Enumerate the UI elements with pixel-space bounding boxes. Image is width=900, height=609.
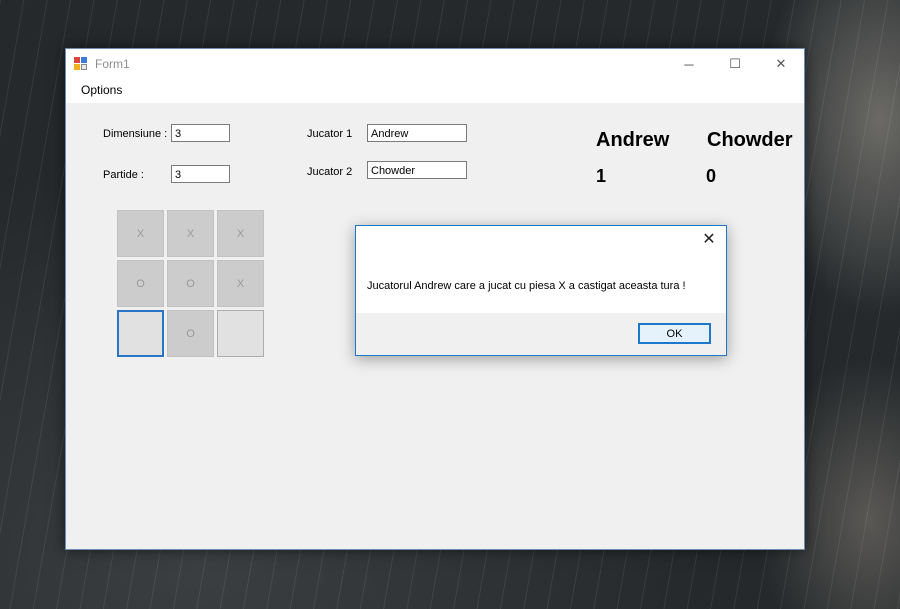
dialog-footer: OK	[356, 313, 726, 355]
player2-input[interactable]: Chowder	[367, 161, 467, 179]
board-cell[interactable]: X	[117, 210, 164, 257]
dimension-input[interactable]: 3	[171, 124, 230, 142]
message-dialog: ✕ Jucatorul Andrew care a jucat cu piesa…	[355, 225, 727, 356]
dimension-label: Dimensiune :	[103, 128, 168, 140]
player1-label: Jucator 1	[307, 128, 353, 140]
player1-input[interactable]: Andrew	[367, 124, 467, 142]
board-cell[interactable]: O	[167, 260, 214, 307]
rounds-input[interactable]: 3	[171, 165, 230, 183]
title-bar[interactable]: Form1 ─ ☐ ✕	[66, 49, 804, 79]
app-icon	[74, 57, 88, 71]
board-cell[interactable]: O	[167, 310, 214, 357]
player2-score-name: Chowder	[707, 129, 793, 151]
board-cell[interactable]: X	[217, 210, 264, 257]
rounds-label: Partide :	[103, 169, 144, 181]
player1-score-value: 1	[596, 166, 607, 186]
close-button[interactable]: ✕	[758, 49, 804, 79]
maximize-button[interactable]: ☐	[712, 49, 758, 79]
board-cell[interactable]: O	[117, 260, 164, 307]
minimize-button[interactable]: ─	[666, 49, 712, 79]
menu-options[interactable]: Options	[81, 83, 122, 97]
ok-button[interactable]: OK	[638, 323, 711, 344]
board-cell[interactable]: X	[167, 210, 214, 257]
dialog-close-button[interactable]: ✕	[700, 231, 718, 249]
player1-score-name: Andrew	[596, 129, 670, 151]
menu-bar: Options	[66, 79, 804, 103]
board-cell[interactable]	[217, 310, 264, 357]
dialog-message: Jucatorul Andrew care a jucat cu piesa X…	[367, 280, 686, 292]
board-cell[interactable]: X	[217, 260, 264, 307]
board-cell[interactable]	[117, 310, 164, 357]
player2-score-value: 0	[706, 166, 717, 186]
player2-label: Jucator 2	[307, 166, 353, 178]
window-title: Form1	[95, 57, 130, 71]
